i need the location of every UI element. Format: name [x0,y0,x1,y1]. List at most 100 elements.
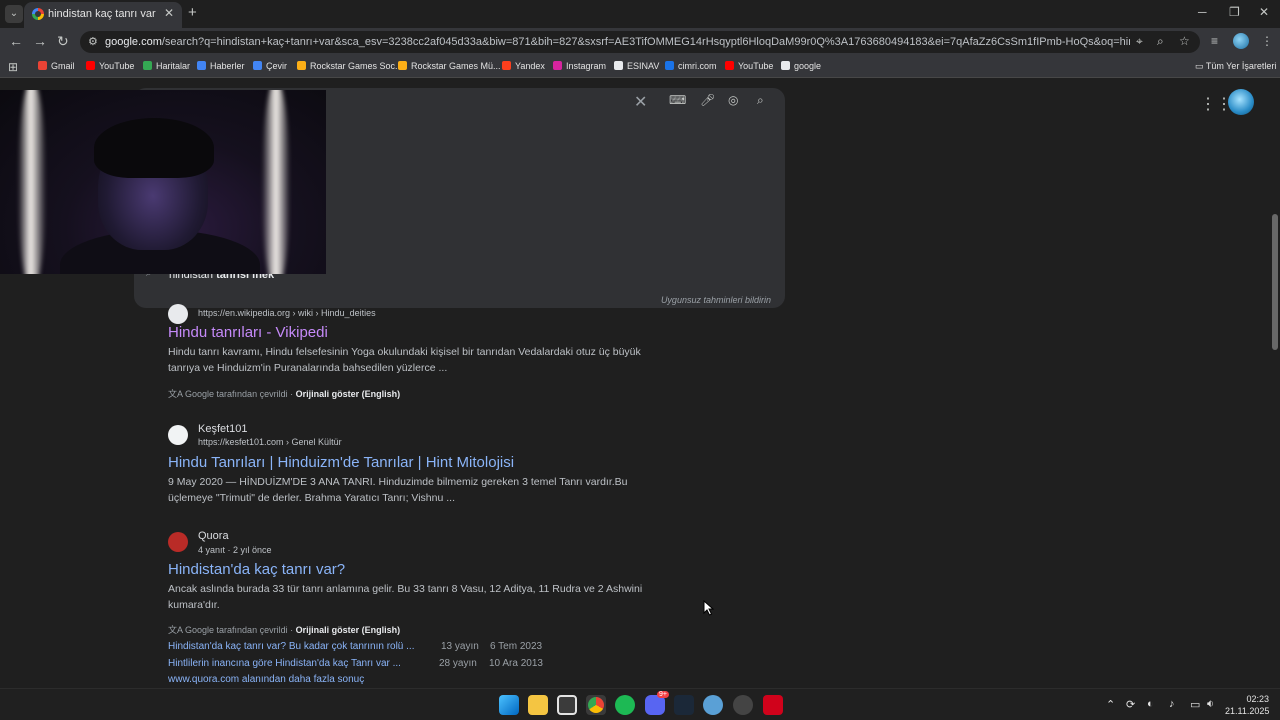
result-site-name[interactable]: Keşfet101 [198,423,248,435]
tray-overflow-icon[interactable]: ⌃ [1106,698,1115,711]
bookmark-star-icon[interactable]: ☆ [1179,34,1190,48]
report-predictions-link[interactable]: Uygunsuz tahminleri bildirin [661,295,771,305]
bookmark-favicon-icon [665,61,674,70]
steam-tray-icon[interactable]: ◐ [1147,698,1154,710]
back-icon[interactable]: ← [9,33,23,49]
restore-icon[interactable]: ❐ [1229,5,1240,19]
app-icon-3[interactable] [763,695,783,715]
account-avatar[interactable] [1228,89,1254,115]
translate-icon: 文A [168,389,186,399]
forward-icon[interactable]: → [33,33,47,49]
new-tab-button[interactable]: + [188,4,197,21]
start-menu-icon[interactable] [499,695,519,715]
bookmarks-bar: ⊞ Gmail YouTube Haritalar Haberler Çevir Rock… [0,56,1280,78]
bookmark-label: Çevir [266,61,288,71]
related-date: 10 Ara 2013 [489,658,543,669]
result-snippet: Hindu tanrı kavramı, Hindu felsefesinin … [168,344,648,376]
zoom-icon[interactable]: ⌕ [1157,34,1164,49]
url-text[interactable]: google.com/search?q=hindistan+kaç+tanrı+… [105,36,1130,48]
bookmark-label: ESINAV [627,61,660,71]
person-hair [94,118,214,178]
location-icon[interactable]: ⌖ [1136,34,1143,49]
steam-icon[interactable] [674,695,694,715]
result-meta: 4 yanıt · 2 yıl önce [198,545,272,555]
ring-light-left [18,90,46,274]
minimize-icon[interactable]: ─ [1198,5,1207,19]
address-bar[interactable]: ⚙ google.com/search?q=hindistan+kaç+tanr… [80,31,1200,53]
bookmark-item[interactable]: YouTube [725,61,773,71]
bookmark-item[interactable]: google [781,61,821,71]
folder-icon: ▭ [1195,61,1206,71]
keyboard-icon[interactable]: ⌨ [669,93,686,107]
bookmark-favicon-icon [253,61,262,70]
more-results-link[interactable]: www.quora.com alanından daha fazla sonuç [168,674,364,685]
profile-avatar[interactable] [1233,33,1249,49]
bookmark-item[interactable]: Gmail [38,61,75,71]
chrome-taskbar-button[interactable] [586,695,606,715]
apps-icon[interactable]: ⊞ [8,60,18,74]
browser-toolbar: ← → ↻ ⚙ google.com/search?q=hindistan+ka… [0,28,1280,56]
result-title[interactable]: Hindu tanrıları - Vikipedi [168,324,328,341]
result-site-name[interactable]: Quora [198,530,229,542]
volume-icon[interactable]: 🔉︎ [1207,698,1214,711]
result-snippet: Ancak aslında burada 33 tür tanrı anlamı… [168,581,648,613]
result-title[interactable]: Hindistan'da kaç tanrı var? [168,561,345,578]
search-icon[interactable]: ⌕ [757,93,764,108]
bookmark-item[interactable]: cimri.com [665,61,717,71]
result-url[interactable]: https://en.wikipedia.org › wiki › Hindu_… [198,308,376,318]
close-window-icon[interactable]: ✕ [1259,5,1269,19]
google-favicon-icon [32,8,44,20]
microphone-icon[interactable]: 🎤︎ [700,93,715,107]
show-original-link[interactable]: Orijinali göster (English) [296,625,401,635]
scrollbar[interactable] [1270,78,1280,688]
store-icon[interactable] [557,695,577,715]
bookmark-item[interactable]: Haritalar [143,61,190,71]
microphone-tray-icon[interactable]: ♪ [1169,698,1175,710]
tab-close-icon[interactable]: ✕ [164,6,174,20]
bookmark-item[interactable]: Haberler [197,61,245,71]
tab-active[interactable]: hindistan kaç tanrı var - Google ✕ [24,2,182,28]
lens-icon[interactable]: ◎ [728,93,738,107]
bookmark-label: Rockstar Games Mü... [411,61,501,71]
bookmark-item[interactable]: Yandex [502,61,545,71]
clear-search-icon[interactable]: ✕ [634,92,647,112]
clock-date: 21.11.2025 [1225,706,1270,716]
app-icon-2[interactable] [733,695,753,715]
bookmark-item[interactable]: Rockstar Games Mü... [398,61,501,71]
ring-light-right [262,90,290,274]
app-icon[interactable] [703,695,723,715]
bookmark-item[interactable]: ESINAV [614,61,659,71]
tab-search-button[interactable]: ⌄ [5,5,23,23]
bookmark-favicon-icon [553,61,562,70]
result-url[interactable]: https://kesfet101.com › Genel Kültür [198,437,342,447]
bookmark-favicon-icon [725,61,734,70]
bookmark-item[interactable]: Çevir [253,61,287,71]
all-bookmarks-button[interactable]: ▭ Tüm Yer İşaretleri [1195,61,1276,72]
file-explorer-icon[interactable] [528,695,548,715]
related-question-link[interactable]: Hintlilerin inancına göre Hindistan'da k… [168,658,401,669]
snippet-line: Ancak aslında burada 33 tür tanrı anlamı… [168,583,643,595]
bookmark-favicon-icon [781,61,790,70]
reload-icon[interactable]: ↻ [57,33,69,50]
bookmark-item[interactable]: Rockstar Games Soc... [297,61,403,71]
bookmark-favicon-icon [614,61,623,70]
media-controls-icon[interactable]: ≡ [1211,34,1218,48]
sync-icon[interactable]: ⟳ [1126,698,1135,711]
site-info-icon[interactable]: ⚙ [88,35,98,48]
bookmark-favicon-icon [38,61,47,70]
menu-icon[interactable]: ⋮ [1261,34,1273,48]
network-icon[interactable]: ▭ [1190,698,1200,711]
spotify-icon[interactable] [615,695,635,715]
bookmark-item[interactable]: YouTube [86,61,134,71]
scrollbar-thumb[interactable] [1272,214,1278,350]
result-title[interactable]: Hindu Tanrıları | Hinduizm'de Tanrılar |… [168,454,514,471]
bookmark-favicon-icon [297,61,306,70]
system-clock[interactable]: 02:23 21.11.2025 [1225,693,1269,717]
chrome-icon [588,697,604,713]
related-question-link[interactable]: Hindistan'da kaç tanrı var? Bu kadar çok… [168,641,414,652]
bookmark-item[interactable]: Instagram [553,61,606,71]
bookmark-favicon-icon [398,61,407,70]
show-original-link[interactable]: Orijinali göster (English) [296,389,401,399]
discord-icon[interactable]: 9+ [645,691,669,715]
bookmark-label: YouTube [99,61,135,71]
